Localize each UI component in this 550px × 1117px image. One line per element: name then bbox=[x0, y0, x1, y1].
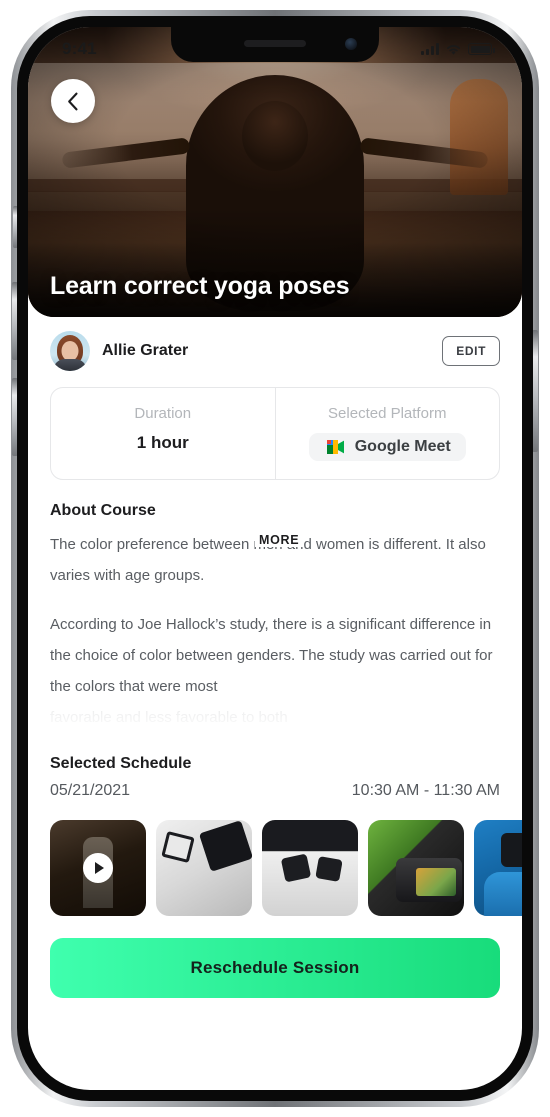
phone-screen: 9:41 Learn correct yoga poses Allie Grat… bbox=[28, 27, 522, 1090]
platform-pill[interactable]: Google Meet bbox=[308, 433, 466, 461]
avatar-face bbox=[61, 341, 79, 361]
platform-card: Selected Platform Google Meet bbox=[274, 388, 500, 479]
back-button[interactable] bbox=[51, 79, 95, 123]
wifi-icon bbox=[447, 44, 460, 55]
google-meet-icon bbox=[326, 440, 344, 454]
about-heading: About Course bbox=[50, 502, 156, 519]
gallery-item-video[interactable] bbox=[50, 820, 146, 916]
about-paragraph-faded: favorable and less favorable to both bbox=[50, 702, 500, 733]
avatar[interactable] bbox=[50, 331, 90, 371]
gallery-carousel[interactable] bbox=[50, 820, 522, 916]
status-time: 9:41 bbox=[62, 39, 97, 58]
instructor-name: Allie Grater bbox=[102, 342, 189, 359]
instructor-row: Allie Grater EDIT bbox=[50, 317, 500, 387]
play-icon[interactable] bbox=[83, 853, 113, 883]
cta-container: Reschedule Session bbox=[28, 916, 522, 998]
chevron-left-icon bbox=[68, 92, 78, 110]
schedule-row: 05/21/2021 10:30 AM - 11:30 AM bbox=[50, 782, 500, 800]
gallery-item-studio-setup[interactable] bbox=[262, 820, 358, 916]
content-area: Allie Grater EDIT Duration 1 hour Select… bbox=[28, 317, 522, 916]
schedule-heading: Selected Schedule bbox=[50, 755, 192, 772]
phone-bezel: 9:41 Learn correct yoga poses Allie Grat… bbox=[17, 16, 533, 1101]
page-title: Learn correct yoga poses bbox=[50, 272, 350, 300]
edit-button[interactable]: EDIT bbox=[442, 336, 500, 366]
phone-frame: 9:41 Learn correct yoga poses Allie Grat… bbox=[11, 10, 539, 1107]
reschedule-session-button[interactable]: Reschedule Session bbox=[50, 938, 500, 998]
duration-card: Duration 1 hour bbox=[51, 388, 275, 479]
platform-name: Google Meet bbox=[354, 438, 451, 455]
notch bbox=[171, 27, 379, 62]
avatar-body bbox=[53, 359, 87, 371]
about-body: The color preference between men and wom… bbox=[50, 529, 500, 733]
status-indicators bbox=[421, 43, 495, 56]
more-link[interactable]: MORE bbox=[255, 533, 304, 547]
screenshot-root: 9:41 Learn correct yoga poses Allie Grat… bbox=[0, 0, 550, 1117]
gallery-item-photographer[interactable] bbox=[474, 820, 522, 916]
cellular-bars-icon bbox=[421, 43, 439, 55]
battery-full-icon bbox=[468, 43, 495, 55]
gallery-item-camera-closeup[interactable] bbox=[368, 820, 464, 916]
about-faded-text: favorable and less favorable to both bbox=[50, 709, 288, 726]
earpiece-speaker bbox=[244, 40, 306, 47]
duration-label: Duration bbox=[134, 405, 192, 422]
gallery-item-studio-lighting[interactable] bbox=[156, 820, 252, 916]
hero-image: Learn correct yoga poses bbox=[28, 27, 522, 317]
front-camera-icon bbox=[345, 38, 357, 50]
duration-value: 1 hour bbox=[136, 433, 189, 452]
schedule-time: 10:30 AM - 11:30 AM bbox=[351, 782, 500, 799]
platform-label: Selected Platform bbox=[328, 405, 447, 422]
schedule-date: 05/21/2021 bbox=[50, 782, 131, 799]
info-cards: Duration 1 hour Selected Platform Google… bbox=[50, 387, 500, 480]
about-paragraph-2: According to Joe Hallock’s study, there … bbox=[50, 616, 493, 695]
